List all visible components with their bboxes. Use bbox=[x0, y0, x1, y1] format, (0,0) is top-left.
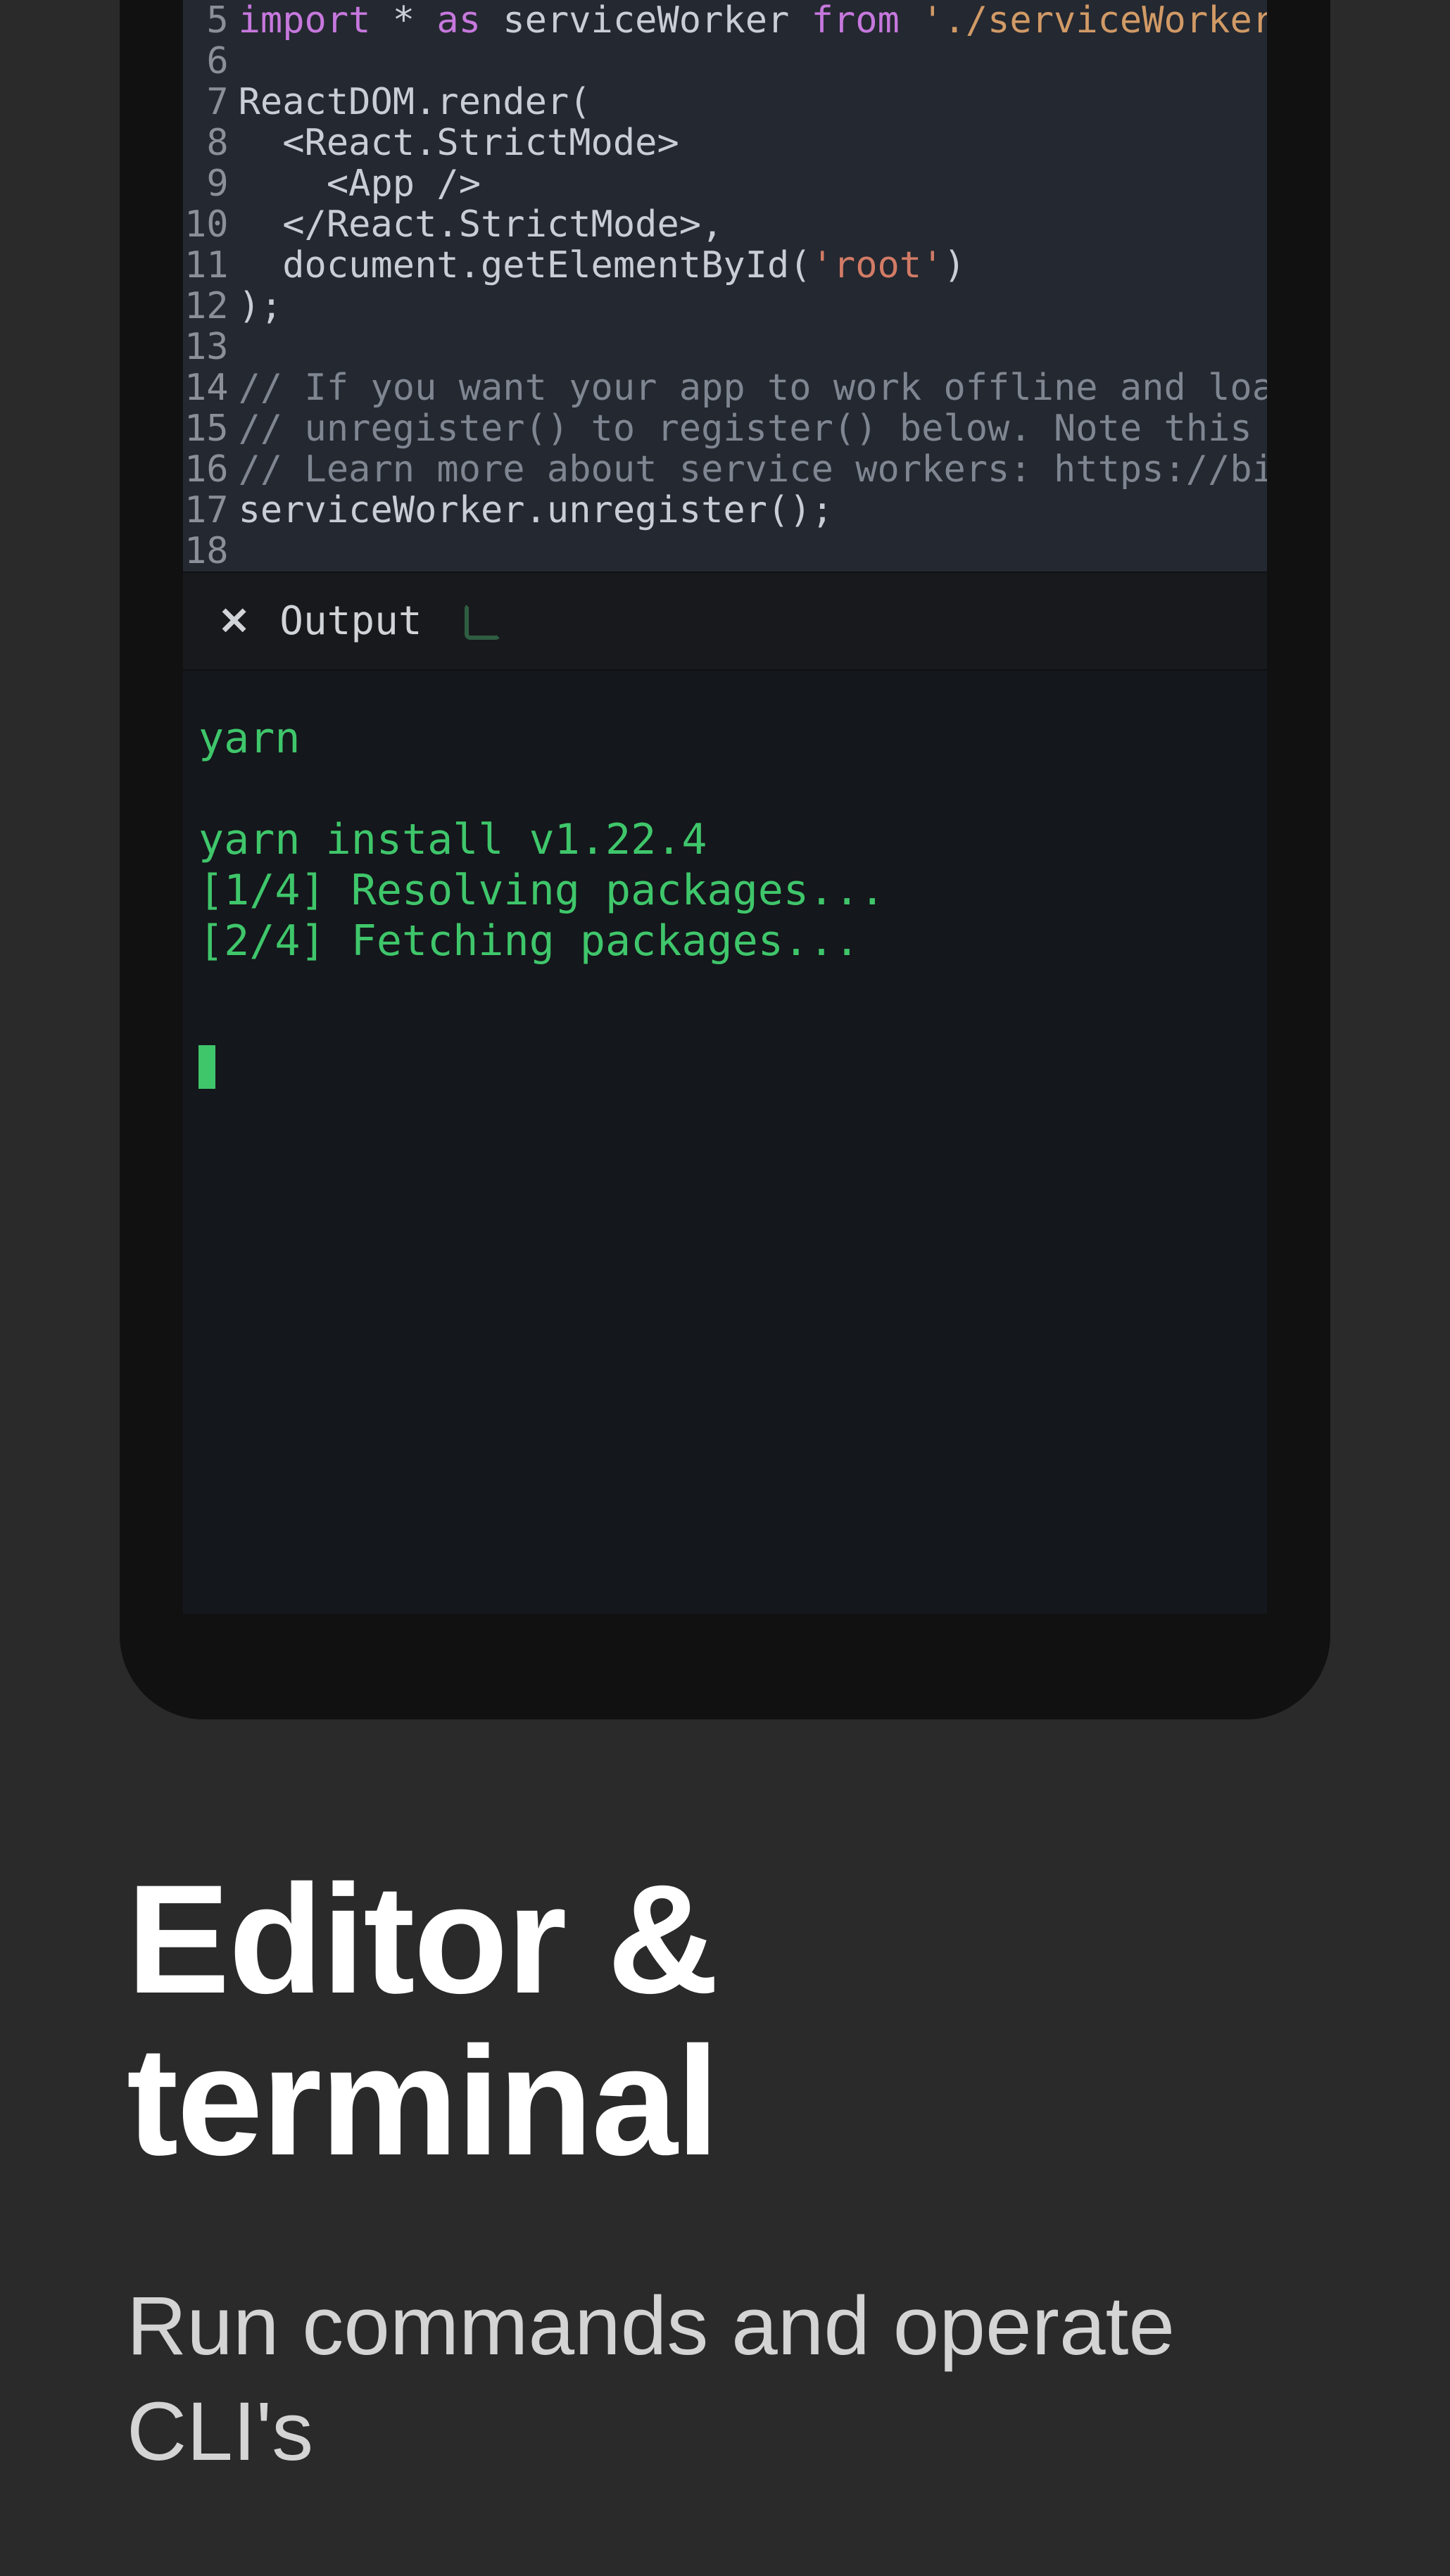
line-number: 11 bbox=[184, 245, 229, 286]
line-number: 13 bbox=[184, 327, 229, 367]
output-tab-label[interactable]: Output bbox=[279, 598, 422, 644]
output-panel-header: ✕ Output bbox=[183, 572, 1267, 671]
line-number: 15 bbox=[184, 408, 229, 449]
headline-line-2: terminal bbox=[127, 2014, 718, 2187]
code-line[interactable]: ); bbox=[239, 286, 1267, 327]
subhead-line-2: CLI's bbox=[127, 2385, 313, 2478]
code-line[interactable]: ReactDOM.render( bbox=[239, 82, 1267, 122]
line-number: 18 bbox=[184, 531, 229, 572]
feature-headline: Editor & terminal bbox=[127, 1858, 718, 2182]
code-line[interactable]: serviceWorker.unregister(); bbox=[239, 490, 1267, 531]
terminal[interactable]: yarn yarn install v1.22.4 [1/4] Resolvin… bbox=[183, 671, 1267, 1614]
editor-screen: 56789101112131415161718 import * as serv… bbox=[183, 0, 1267, 1614]
code-line[interactable]: // Learn more about service workers: htt… bbox=[239, 449, 1267, 490]
line-number: 16 bbox=[184, 449, 229, 490]
spinner-icon bbox=[465, 603, 501, 640]
line-number: 9 bbox=[184, 163, 229, 204]
code-content[interactable]: import * as serviceWorker from './servic… bbox=[239, 0, 1267, 572]
device-frame: 56789101112131415161718 import * as serv… bbox=[120, 0, 1330, 1719]
subhead-line-1: Run commands and operate bbox=[127, 2280, 1175, 2373]
line-number: 10 bbox=[184, 204, 229, 245]
close-icon[interactable]: ✕ bbox=[218, 602, 250, 640]
line-number: 7 bbox=[184, 82, 229, 122]
line-number: 6 bbox=[184, 41, 229, 82]
feature-subhead: Run commands and operate CLI's bbox=[127, 2273, 1175, 2485]
code-line[interactable]: // If you want your app to work offline … bbox=[239, 367, 1267, 408]
code-line[interactable]: <React.StrictMode> bbox=[239, 122, 1267, 163]
line-gutter: 56789101112131415161718 bbox=[183, 0, 239, 572]
line-number: 17 bbox=[184, 490, 229, 531]
headline-line-1: Editor & bbox=[127, 1852, 718, 2026]
code-line[interactable]: // unregister() to register() below. Not… bbox=[239, 408, 1267, 449]
line-number: 8 bbox=[184, 122, 229, 163]
code-line[interactable]: import * as serviceWorker from './servic… bbox=[239, 0, 1267, 41]
code-line[interactable]: </React.StrictMode>, bbox=[239, 204, 1267, 245]
code-editor[interactable]: 56789101112131415161718 import * as serv… bbox=[183, 0, 1267, 572]
line-number: 14 bbox=[184, 367, 229, 408]
line-number: 12 bbox=[184, 286, 229, 327]
terminal-cursor bbox=[198, 1045, 215, 1089]
line-number: 5 bbox=[184, 0, 229, 41]
code-line[interactable] bbox=[239, 327, 1267, 367]
code-line[interactable]: <App /> bbox=[239, 163, 1267, 204]
code-line[interactable]: document.getElementById('root') bbox=[239, 245, 1267, 286]
code-line[interactable] bbox=[239, 531, 1267, 572]
code-line[interactable] bbox=[239, 41, 1267, 82]
